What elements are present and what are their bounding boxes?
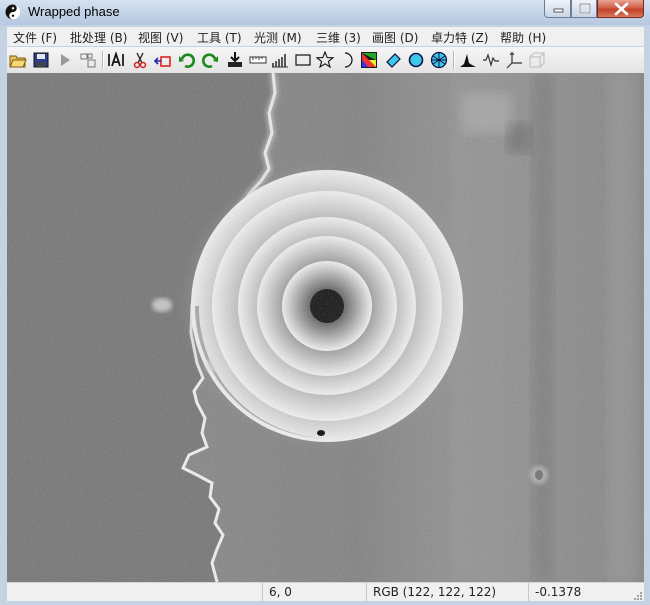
app-icon — [5, 4, 21, 20]
toolbar — [7, 47, 644, 74]
menu-draw[interactable]: 画图 (D) — [372, 29, 418, 46]
status-value: -0.1378 — [528, 583, 644, 601]
menu-optical[interactable]: 光测 (M) — [254, 29, 302, 46]
text-tool-icon[interactable] — [107, 51, 125, 69]
run-icon[interactable] — [56, 51, 74, 69]
save-icon[interactable] — [32, 51, 50, 69]
menu-3d[interactable]: 三维 (3) — [316, 29, 361, 46]
colormap-icon[interactable] — [360, 51, 378, 69]
layout-icon[interactable] — [79, 51, 97, 69]
undo-icon[interactable] — [178, 51, 196, 69]
mesh-icon[interactable] — [430, 51, 448, 69]
menu-bar: 文件 (F) 批处理 (B) 视图 (V) 工具 (T) 光测 (M) 三维 (… — [7, 27, 644, 46]
minimize-button[interactable] — [544, 0, 571, 18]
toolbar-separator — [102, 51, 104, 69]
close-icon — [614, 2, 629, 16]
star-icon[interactable] — [316, 51, 334, 69]
image-canvas[interactable] — [7, 73, 644, 582]
open-folder-icon[interactable] — [9, 51, 27, 69]
ruler-icon[interactable] — [249, 51, 267, 69]
menu-view[interactable]: 视图 (V) — [138, 29, 183, 46]
eraser-icon[interactable] — [384, 51, 402, 69]
app-window: Wrapped phase 文件 (F) 批处理 (B) 视图 (V) 工具 (… — [0, 0, 650, 605]
menu-zhuolite[interactable]: 卓力特 (Z) — [431, 29, 488, 46]
menu-batch[interactable]: 批处理 (B) — [70, 29, 127, 46]
menu-help[interactable]: 帮助 (H) — [500, 29, 546, 46]
axes-icon[interactable] — [505, 51, 523, 69]
peak-icon[interactable] — [459, 51, 477, 69]
toolbar-separator — [453, 51, 455, 69]
download-icon[interactable] — [226, 51, 244, 69]
resize-grip-icon[interactable] — [631, 588, 643, 600]
close-button[interactable] — [597, 0, 644, 18]
redo-icon[interactable] — [201, 51, 219, 69]
status-rgb: RGB (122, 122, 122) — [366, 583, 528, 601]
circle-icon[interactable] — [407, 51, 425, 69]
moon-icon[interactable] — [338, 51, 356, 69]
status-bar: 6, 0 RGB (122, 122, 122) -0.1378 — [7, 582, 644, 601]
wave-icon[interactable] — [482, 51, 500, 69]
wrapped-phase-image — [7, 73, 644, 582]
rectangle-icon[interactable] — [294, 51, 312, 69]
cube-icon[interactable] — [528, 51, 546, 69]
title-bar[interactable]: Wrapped phase — [0, 0, 650, 25]
menu-file[interactable]: 文件 (F) — [13, 29, 57, 46]
histogram-bars-icon[interactable] — [271, 51, 289, 69]
window-title: Wrapped phase — [28, 4, 120, 19]
cut-icon[interactable] — [131, 51, 149, 69]
menu-tools[interactable]: 工具 (T) — [197, 29, 242, 46]
crop-icon[interactable] — [154, 51, 172, 69]
status-coords: 6, 0 — [262, 583, 366, 601]
maximize-button[interactable] — [571, 0, 597, 18]
